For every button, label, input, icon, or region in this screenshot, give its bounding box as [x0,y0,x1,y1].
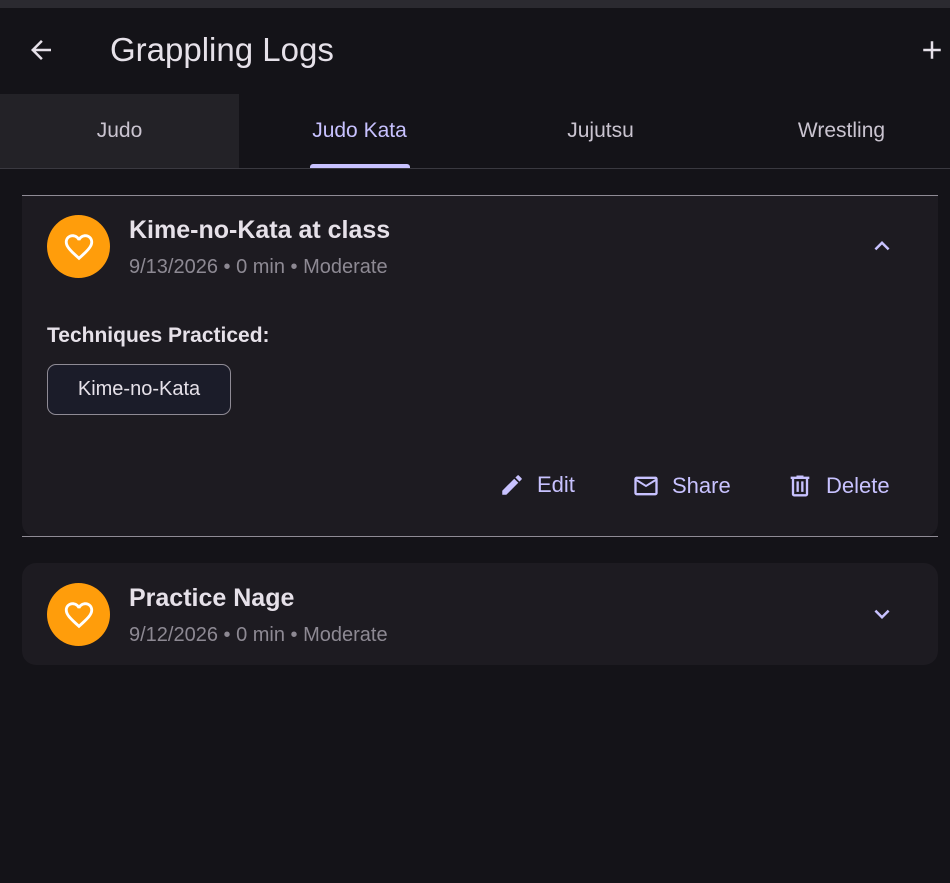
tab-judo[interactable]: Judo [0,94,239,168]
tab-wrestling[interactable]: Wrestling [721,94,950,168]
add-log-button[interactable] [908,26,950,74]
entry-meta: 9/12/2026 • 0 min • Moderate [129,624,388,646]
log-entry-card[interactable]: Practice Nage 9/12/2026 • 0 min • Modera… [22,563,938,665]
heart-icon [64,601,93,628]
tab-label: Judo Kata [312,119,407,142]
edit-label: Edit [537,472,575,497]
arrow-left-icon [31,40,51,60]
edit-button[interactable]: Edit [499,472,575,498]
card-divider [22,536,938,537]
tab-bar: Judo Judo Kata Jujutsu Wrestling [0,94,950,168]
back-button[interactable] [17,26,65,74]
entry-title: Practice Nage [129,584,295,612]
app-frame: Grappling Logs Judo Judo Kata Jujutsu Wr… [0,0,950,883]
share-label: Share [672,473,731,498]
chevron-up-icon [874,241,890,251]
expand-button[interactable] [862,594,902,634]
tab-jujutsu[interactable]: Jujutsu [480,94,721,168]
share-button[interactable]: Share [632,472,731,500]
heart-icon [64,233,93,260]
tab-label: Judo [96,119,143,142]
tab-label: Jujutsu [567,119,634,142]
entry-avatar [47,215,110,278]
pencil-icon [502,475,522,495]
delete-button[interactable]: Delete [786,472,890,500]
page-title: Grappling Logs [110,31,334,68]
chevron-down-icon [874,609,890,619]
delete-label: Delete [826,473,890,498]
trash-icon [790,475,810,497]
tabs-divider [0,168,950,169]
collapse-button[interactable] [862,226,902,266]
entry-avatar [47,583,110,646]
log-entry-card[interactable]: Kime-no-Kata at class 9/13/2026 • 0 min … [22,195,938,537]
entry-meta: 9/13/2026 • 0 min • Moderate [129,256,388,278]
tab-label: Wrestling [797,119,886,142]
mail-icon [634,476,658,496]
tab-judo-kata[interactable]: Judo Kata [239,94,480,168]
app-bar: Grappling Logs [0,8,950,94]
technique-chip[interactable]: Kime-no-Kata [47,364,231,415]
plus-icon [923,41,941,59]
entry-title: Kime-no-Kata at class [129,216,391,244]
techniques-heading: Techniques Practiced: [47,324,270,347]
technique-chip-label: Kime-no-Kata [77,378,201,400]
window-top-strip [0,0,950,8]
